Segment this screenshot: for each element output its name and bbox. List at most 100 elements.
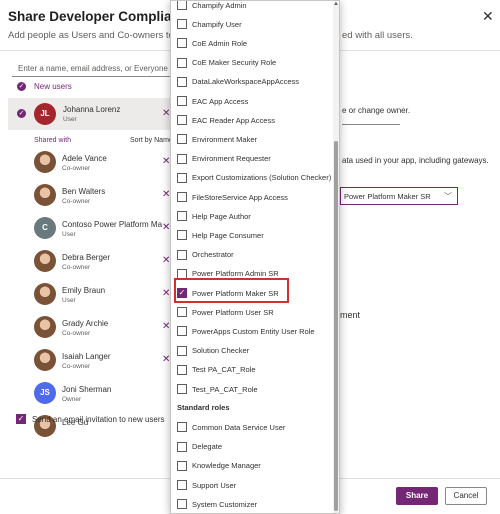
checkbox-icon[interactable]	[177, 153, 187, 164]
role-option-label: CoE Maker Security Role	[192, 58, 277, 68]
avatar	[34, 184, 56, 206]
checkbox-icon[interactable]	[177, 249, 187, 260]
checkbox-icon[interactable]	[177, 499, 187, 510]
checkbox-icon[interactable]	[177, 134, 187, 145]
role-option[interactable]: Help Page Author	[177, 210, 251, 222]
role-option-label: Export Customizations (Solution Checker)	[192, 173, 332, 183]
user-role: User	[63, 116, 77, 123]
role-option-label: Champify User	[192, 19, 242, 29]
role-option[interactable]: Champify Admin	[177, 0, 247, 11]
role-option[interactable]: Test_PA_CAT_Role	[177, 383, 258, 395]
role-option-label: Champify Admin	[192, 0, 247, 10]
avatar	[34, 316, 56, 338]
role-option[interactable]: Support User	[177, 479, 236, 491]
scroll-up-icon[interactable]: ▲	[333, 1, 339, 7]
checkbox-icon[interactable]	[177, 326, 187, 337]
role-option[interactable]: Export Customizations (Solution Checker)	[177, 172, 331, 184]
role-option-label: Knowledge Manager	[192, 461, 261, 471]
role-option-label: Power Platform Admin SR	[192, 269, 279, 279]
people-search-input[interactable]: Enter a name, email address, or Everyone	[12, 63, 172, 77]
role-option-label: EAC App Access	[192, 96, 249, 106]
role-option-label: CoE Admin Role	[192, 38, 248, 48]
role-option[interactable]: FileStoreService App Access	[177, 191, 288, 203]
checkbox-icon[interactable]	[177, 115, 187, 126]
checkbox-icon[interactable]	[177, 57, 187, 68]
data-info-text: ata used in your app, including gateways…	[342, 156, 489, 165]
role-option-label: Support User	[192, 480, 237, 490]
role-option-label: Delegate	[192, 442, 223, 452]
role-option-label: PowerApps Custom Entity User Role	[192, 326, 315, 336]
checkbox-icon[interactable]	[177, 192, 187, 202]
role-option[interactable]: Common Data Service User	[177, 421, 285, 433]
partial-heading: ment	[340, 310, 361, 320]
standard-roles-header: Standard roles	[177, 403, 230, 413]
role-option[interactable]: Solution Checker	[177, 345, 249, 357]
role-option[interactable]: Orchestrator	[177, 249, 234, 261]
role-option[interactable]: Knowledge Manager	[177, 460, 261, 472]
user-role: Owner	[62, 396, 82, 403]
sort-button[interactable]: Sort by Name	[130, 137, 173, 144]
role-option-label: Help Page Author	[192, 211, 251, 221]
new-users-label: New users	[34, 82, 72, 91]
role-option[interactable]: Help Page Consumer	[177, 229, 264, 241]
new-users-header: ✓ New users	[17, 82, 72, 91]
role-option[interactable]: Power Platform User SR	[177, 306, 274, 318]
checkbox-icon[interactable]	[177, 19, 187, 30]
checkbox-icon[interactable]	[177, 1, 187, 10]
role-option-label: System Customizer	[192, 499, 258, 509]
checkbox-icon[interactable]	[177, 172, 187, 183]
avatar: JS	[34, 382, 56, 404]
close-icon[interactable]: ✕	[482, 8, 494, 25]
role-option[interactable]: EAC App Access	[177, 95, 248, 107]
role-option-label: Orchestrator	[192, 250, 234, 260]
role-option[interactable]: Environment Requester	[177, 153, 271, 165]
checkbox-icon[interactable]	[177, 364, 187, 375]
scrollbar-thumb[interactable]	[334, 141, 338, 511]
check-circle-icon[interactable]: ✓	[17, 109, 26, 118]
role-option[interactable]: PowerApps Custom Entity User Role	[177, 325, 315, 337]
checkbox-icon[interactable]	[177, 76, 187, 87]
role-option[interactable]: Delegate	[177, 441, 222, 453]
checkbox-icon[interactable]	[177, 441, 187, 452]
role-option[interactable]: DataLakeWorkspaceAppAccess	[177, 76, 299, 88]
cancel-button[interactable]: Cancel	[445, 487, 487, 505]
checkbox-icon[interactable]	[177, 211, 187, 222]
role-option[interactable]: Environment Maker	[177, 133, 257, 145]
security-role-select[interactable]: Power Platform Maker SR ﹀	[340, 187, 458, 205]
checkbox-icon[interactable]	[177, 307, 187, 318]
email-invite-checkbox[interactable]: ✓ Send an email invitation to new users	[16, 414, 165, 424]
role-option[interactable]: System Customizer	[177, 498, 257, 510]
security-roles-dropdown[interactable]: Champify Admin Champify User CoE Admin Rol…	[170, 0, 340, 514]
checkbox-icon[interactable]	[177, 460, 187, 471]
role-option[interactable]: CoE Admin Role	[177, 37, 247, 49]
owner-info-text: e or change owner.	[342, 106, 411, 115]
avatar	[34, 250, 56, 272]
user-name: Contoso Power Platform Ma	[62, 220, 163, 229]
user-name: Debra Berger	[62, 253, 111, 262]
user-name: Grady Archie	[62, 319, 109, 328]
checkbox-icon[interactable]	[177, 96, 187, 106]
user-name: Isaiah Langer	[62, 352, 111, 361]
selected-role-value: Power Platform Maker SR	[344, 192, 431, 201]
checkbox-icon[interactable]	[177, 345, 187, 356]
role-option-label: EAC Reader App Access	[192, 115, 275, 125]
checkbox-checked-icon[interactable]: ✓	[16, 414, 26, 424]
role-option[interactable]: Champify User	[177, 18, 242, 30]
role-option[interactable]: CoE Maker Security Role	[177, 57, 276, 69]
role-option[interactable]: EAC Reader App Access	[177, 114, 275, 126]
role-option[interactable]: Test PA_CAT_Role	[177, 364, 256, 376]
user-name: Adele Vance	[62, 154, 107, 163]
checkbox-icon[interactable]	[177, 38, 187, 49]
checkbox-icon[interactable]	[177, 422, 187, 433]
user-role: Co-owner	[62, 363, 91, 370]
checkbox-icon[interactable]	[177, 230, 187, 241]
role-option-label: Test PA_CAT_Role	[192, 365, 256, 375]
checkbox-icon[interactable]	[177, 384, 187, 394]
checkbox-icon[interactable]	[177, 480, 187, 490]
avatar: C	[34, 217, 56, 239]
share-dialog: Share Developer Compliance Cent Add peop…	[0, 0, 500, 514]
share-button[interactable]: Share	[396, 487, 438, 505]
user-role: Co-owner	[62, 264, 91, 271]
check-circle-icon: ✓	[17, 82, 26, 91]
selected-user-row[interactable]: ✓ JL Johanna Lorenz User ✕	[8, 98, 173, 130]
